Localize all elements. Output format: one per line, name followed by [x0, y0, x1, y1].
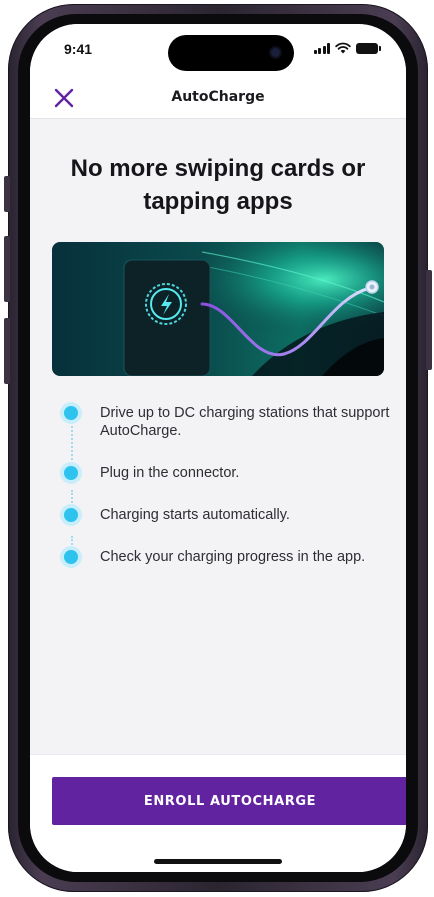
step-item: Check your charging progress in the app.: [62, 548, 392, 566]
volume-up-button: [4, 236, 10, 302]
camera-icon: [271, 48, 280, 57]
step-item: Plug in the connector.: [62, 464, 392, 482]
step-text: Charging starts automatically.: [100, 507, 290, 523]
volume-down-button: [4, 318, 10, 384]
page-headline: No more swiping cards or tapping apps: [70, 155, 366, 215]
step-bullet-icon: [64, 406, 78, 420]
action-button: [4, 176, 10, 212]
signal-icon: [313, 42, 330, 54]
nav-bar: AutoCharge: [30, 78, 406, 119]
battery-icon: [356, 42, 381, 54]
hero-illustration: [52, 242, 384, 376]
power-button: [426, 270, 432, 370]
home-indicator[interactable]: [154, 859, 282, 864]
steps-list: Drive up to DC charging stations that su…: [62, 404, 392, 568]
enroll-autocharge-button[interactable]: ENROLL AUTOCHARGE: [52, 777, 406, 825]
status-time: 9:41: [64, 41, 93, 57]
step-text: Plug in the connector.: [100, 465, 240, 481]
nav-title: AutoCharge: [171, 89, 265, 105]
bottom-panel: ENROLL AUTOCHARGE: [30, 754, 406, 872]
status-icons: [313, 42, 381, 54]
step-text: Drive up to DC charging stations that su…: [100, 405, 390, 439]
step-text: Check your charging progress in the app.: [100, 549, 366, 565]
step-item: Charging starts automatically.: [62, 506, 392, 524]
step-item: Drive up to DC charging stations that su…: [62, 404, 392, 440]
dynamic-island: [168, 35, 294, 71]
app-screen: 9:41 AutoCharge No more swiping cards or…: [30, 24, 406, 872]
wifi-icon: [335, 42, 351, 54]
step-bullet-icon: [64, 550, 78, 564]
step-bullet-icon: [64, 508, 78, 522]
status-bar: 9:41: [30, 24, 406, 78]
step-bullet-icon: [64, 466, 78, 480]
